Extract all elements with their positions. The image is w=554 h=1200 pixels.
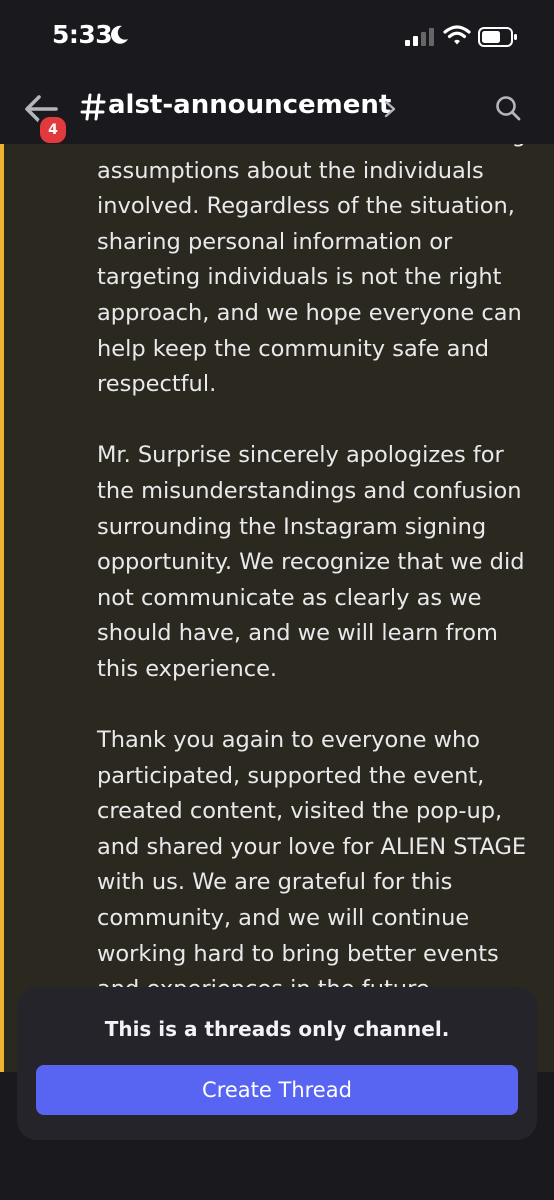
wifi-icon <box>443 25 471 45</box>
message-paragraph: Mr. Surprise sincerely apologizes for th… <box>97 442 525 682</box>
unread-badge: 4 <box>37 114 69 146</box>
status-bar: 5:33 <box>0 0 554 76</box>
create-thread-button[interactable]: Create Thread <box>36 1065 518 1115</box>
highlight-bar <box>0 144 4 1072</box>
hash-icon <box>80 93 106 121</box>
message-paragraph: information. Please also avoid making as… <box>97 144 526 398</box>
threads-only-panel: This is a threads only channel. Create T… <box>17 987 537 1140</box>
signal-icon <box>405 28 434 46</box>
channel-header: 4 alst-announcement <box>0 76 554 146</box>
message-body: information. Please also avoid making as… <box>97 144 537 1043</box>
chevron-right-icon[interactable] <box>383 100 397 118</box>
battery-icon <box>478 27 517 47</box>
moon-icon <box>111 25 128 44</box>
threads-only-notice: This is a threads only channel. <box>104 1017 450 1041</box>
status-time: 5:33 <box>52 20 113 49</box>
message-area: information. Please also avoid making as… <box>0 144 554 1072</box>
message-paragraph: Thank you again to everyone who particip… <box>97 727 527 1002</box>
channel-name[interactable]: alst-announcement <box>108 90 391 120</box>
search-icon[interactable] <box>494 94 522 122</box>
